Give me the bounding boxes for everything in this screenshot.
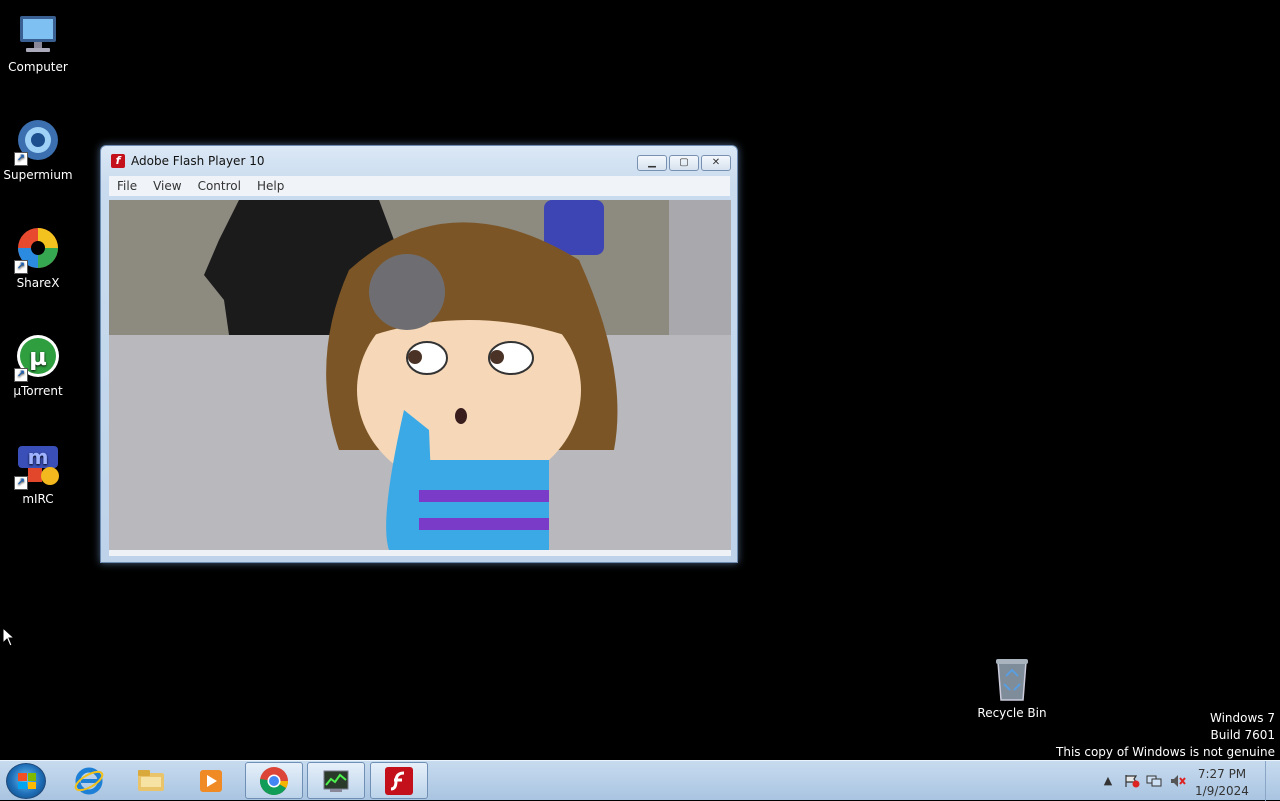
menu-bar: File View Control Help (109, 176, 730, 196)
chrome-icon (260, 766, 288, 795)
shortcut-arrow-icon: ↗ (14, 368, 28, 382)
flash-player-icon (385, 766, 413, 795)
taskbar-task-manager[interactable] (307, 762, 365, 799)
task-manager-icon (323, 770, 349, 792)
desktop-icon-label: Supermium (3, 168, 73, 182)
flash-icon: f (111, 154, 125, 168)
taskbar: ▲ 7:27 PM 1/9/2024 (0, 760, 1280, 801)
menu-file[interactable]: File (109, 179, 145, 193)
show-hidden-icons-icon[interactable]: ▲ (1100, 774, 1116, 788)
internet-explorer-icon (74, 767, 104, 794)
recycle-bin-icon (988, 656, 1036, 704)
desktop-icon-label: Recycle Bin (977, 706, 1047, 720)
windows-logo-icon (18, 773, 36, 789)
network-icon[interactable] (1146, 774, 1162, 788)
watermark-line-1: Windows 7 (1209, 711, 1275, 725)
minimize-button[interactable]: ▁ (637, 155, 667, 171)
desktop-icon-supermium[interactable]: ↗ Supermium (0, 118, 76, 182)
window-titlebar[interactable]: f Adobe Flash Player 10 ▁ ▢ ✕ (101, 146, 737, 178)
taskbar-internet-explorer[interactable] (60, 762, 118, 799)
menu-help[interactable]: Help (249, 179, 292, 193)
flash-content-area[interactable] (109, 200, 731, 550)
window-bottom-strip (109, 550, 731, 556)
show-desktop-button[interactable] (1265, 761, 1280, 801)
svg-text:m: m (28, 445, 49, 469)
flash-animation-frame (109, 200, 731, 550)
desktop-icon-sharex[interactable]: ↗ ShareX (0, 226, 76, 290)
start-button[interactable] (6, 763, 46, 799)
computer-icon (14, 10, 62, 58)
shortcut-arrow-icon: ↗ (14, 476, 28, 490)
mouse-cursor-icon (2, 626, 16, 651)
close-button[interactable]: ✕ (701, 155, 731, 171)
watermark-line-3: This copy of Windows is not genuine (1056, 745, 1275, 759)
windows-watermark: Windows 7 Build 7601 This copy of Window… (1056, 710, 1275, 761)
menu-view[interactable]: View (145, 179, 189, 193)
desktop-icon-utorrent[interactable]: µ ↗ μTorrent (0, 334, 76, 398)
desktop-icon-label: ShareX (16, 276, 60, 290)
shortcut-arrow-icon: ↗ (14, 152, 28, 166)
shortcut-arrow-icon: ↗ (14, 260, 28, 274)
sharex-icon: ↗ (14, 226, 62, 274)
media-player-icon (200, 769, 222, 792)
watermark-line-2: Build 7601 (1210, 728, 1275, 742)
supermium-icon: ↗ (14, 118, 62, 166)
desktop-icon-recycle-bin[interactable]: Recycle Bin (974, 656, 1050, 720)
desktop-icon-computer[interactable]: Computer (0, 10, 76, 74)
utorrent-icon: µ ↗ (14, 334, 62, 382)
window-title: Adobe Flash Player 10 (131, 154, 265, 168)
taskbar-file-explorer[interactable] (122, 762, 180, 799)
desktop-icon-label: Computer (8, 60, 68, 74)
system-tray: ▲ 7:27 PM 1/9/2024 (1080, 761, 1280, 801)
maximize-button[interactable]: ▢ (669, 155, 699, 171)
desktop-icon-mirc[interactable]: m ↗ mIRC (0, 442, 76, 506)
action-center-icon[interactable] (1124, 774, 1140, 788)
desktop-icon-label: μTorrent (13, 384, 63, 398)
desktop-icon-label: mIRC (22, 492, 54, 506)
taskbar-chrome[interactable] (245, 762, 303, 799)
flash-player-window[interactable]: f Adobe Flash Player 10 ▁ ▢ ✕ File View … (100, 145, 738, 563)
clock[interactable]: 7:27 PM 1/9/2024 (1192, 766, 1252, 800)
volume-muted-icon[interactable] (1170, 774, 1186, 788)
taskbar-media-player[interactable] (182, 762, 240, 799)
mirc-icon: m ↗ (14, 442, 62, 490)
svg-text:µ: µ (29, 343, 47, 371)
menu-control[interactable]: Control (190, 179, 249, 193)
taskbar-flash-player[interactable] (370, 762, 428, 799)
clock-time: 7:27 PM (1197, 767, 1247, 781)
clock-date: 1/9/2024 (1195, 784, 1249, 798)
file-explorer-icon (138, 769, 164, 791)
